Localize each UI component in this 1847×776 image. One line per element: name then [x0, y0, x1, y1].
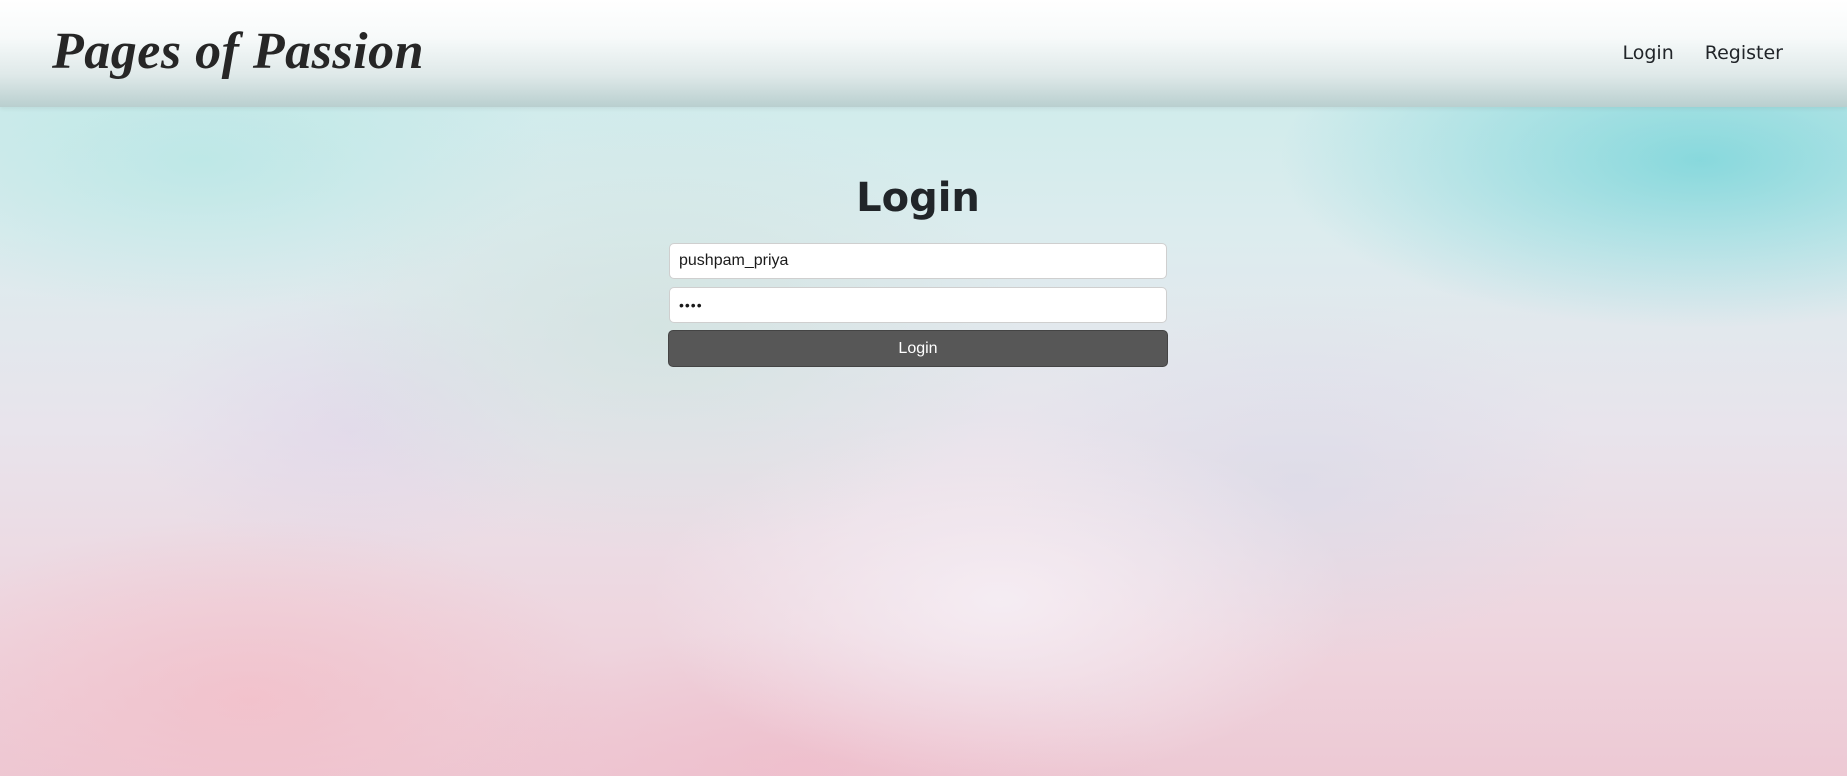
brand-logo-link[interactable]: Pages of Passion [52, 22, 424, 81]
nav-links: Login Register [1623, 42, 1784, 64]
password-input[interactable] [669, 287, 1167, 323]
top-navbar: Pages of Passion Login Register [0, 0, 1847, 107]
login-title: Login [856, 175, 980, 221]
username-input[interactable] [669, 243, 1167, 279]
page-background: Pages of Passion Login Register Login Lo… [0, 0, 1847, 776]
nav-register-link[interactable]: Register [1705, 42, 1783, 64]
nav-login-link[interactable]: Login [1623, 42, 1674, 64]
login-submit-button[interactable]: Login [668, 330, 1168, 367]
login-form: Login Login [668, 172, 1168, 367]
